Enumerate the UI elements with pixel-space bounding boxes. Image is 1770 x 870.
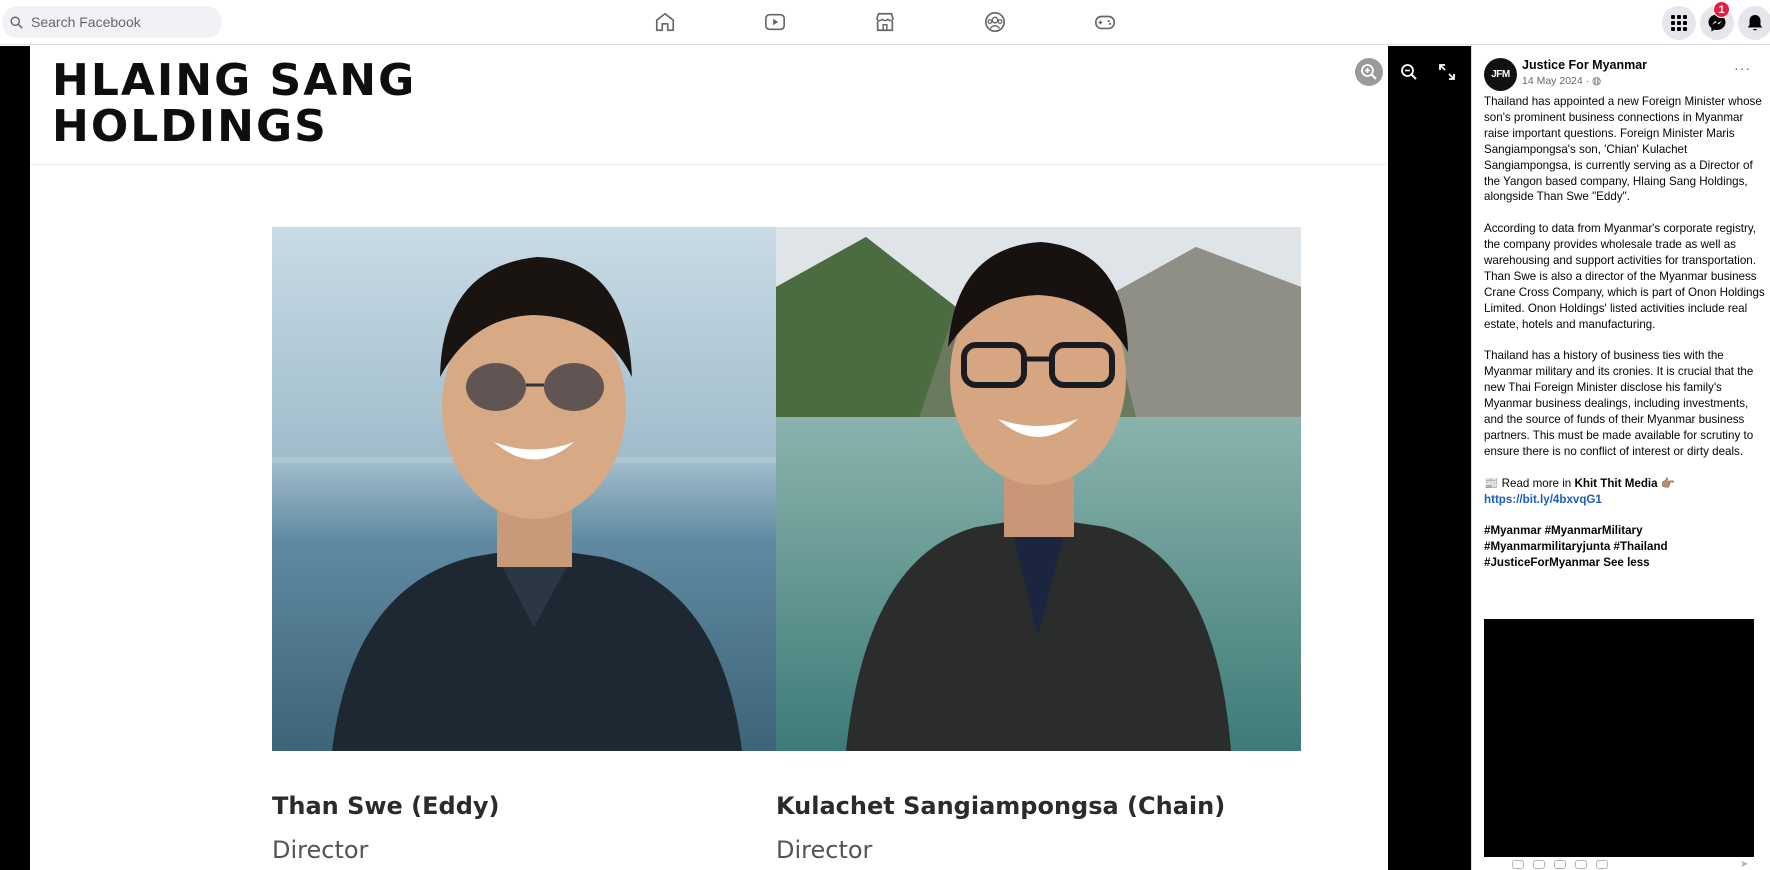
fullscreen-icon[interactable]: [1433, 58, 1461, 86]
read-more-prefix: 📰 Read more in: [1484, 476, 1575, 490]
globe-icon: · ◍: [1585, 75, 1602, 87]
gaming-icon[interactable]: [1091, 9, 1119, 35]
person-name-2: Kulachet Sangiampongsa (Chain): [776, 792, 1226, 820]
read-more-source[interactable]: Khit Thit Media: [1574, 477, 1657, 490]
company-title-line1: HLAING SANG: [52, 55, 417, 106]
post-paragraph-3: Thailand has a history of business ties …: [1484, 349, 1754, 458]
hashtags: #Myanmar #MyanmarMilitary #Myanmarmilita…: [1484, 523, 1768, 571]
person-role-2: Director: [776, 836, 873, 864]
page-avatar[interactable]: JFM: [1484, 58, 1517, 91]
more-options-icon[interactable]: ···: [1734, 60, 1751, 76]
title-divider: [30, 164, 1388, 165]
photo-image: HLAING SANG HOLDINGS Than Swe (Eddy) Dir…: [30, 46, 1388, 870]
video-icon[interactable]: [761, 9, 789, 35]
gif-icon[interactable]: [1575, 859, 1587, 869]
post-text: Thailand has appointed a new Foreign Min…: [1484, 94, 1768, 587]
sticker-icon[interactable]: [1596, 859, 1608, 869]
video-player[interactable]: [1484, 619, 1754, 857]
menu-grid-icon[interactable]: [1662, 6, 1696, 40]
top-navigation-bar: 1: [0, 0, 1770, 45]
read-more: 📰 Read more in Khit Thit Media 👉🏽 https:…: [1484, 476, 1768, 508]
home-icon[interactable]: [651, 9, 679, 35]
groups-icon[interactable]: [981, 9, 1009, 35]
post-paragraph-2: According to data from Myanmar's corpora…: [1484, 222, 1765, 331]
post-link[interactable]: https://bit.ly/4bxvqG1: [1484, 493, 1602, 506]
post-date[interactable]: 14 May 2024 · ◍: [1522, 75, 1601, 87]
see-less-link[interactable]: See less: [1603, 556, 1649, 569]
post-paragraph-1: Thailand has appointed a new Foreign Min…: [1484, 95, 1762, 204]
comment-toolbar: ➤: [1512, 858, 1752, 870]
post-author[interactable]: Justice For Myanmar: [1522, 58, 1647, 72]
company-title: HLAING SANG HOLDINGS: [52, 58, 416, 150]
person-role-1: Director: [272, 836, 369, 864]
search-icon: [10, 15, 23, 29]
company-title-line2: HOLDINGS: [52, 101, 328, 152]
hashtags-line-2[interactable]: #Myanmarmilitaryjunta #Thailand: [1484, 540, 1668, 553]
send-icon[interactable]: ➤: [1740, 859, 1752, 870]
emoji-icon[interactable]: [1533, 859, 1545, 869]
zoom-out-icon[interactable]: [1395, 58, 1423, 86]
post-date-text[interactable]: 14 May 2024: [1522, 75, 1583, 87]
hashtags-line-1[interactable]: #Myanmar #MyanmarMilitary: [1484, 524, 1643, 537]
zoom-in-icon[interactable]: [1355, 58, 1383, 86]
photo-viewer: HLAING SANG HOLDINGS Than Swe (Eddy) Dir…: [0, 46, 1471, 870]
post-panel: JFM Justice For Myanmar 14 May 2024 · ◍ …: [1471, 46, 1770, 870]
portrait-than-swe: [272, 227, 797, 751]
camera-icon[interactable]: [1554, 859, 1566, 869]
hashtags-line-3[interactable]: #JusticeForMyanmar: [1484, 556, 1600, 569]
notifications-icon[interactable]: [1738, 6, 1770, 40]
messenger-badge: 1: [1713, 1, 1730, 18]
pointing-emoji: 👉🏽: [1657, 476, 1676, 490]
avatar-icon[interactable]: [1512, 859, 1524, 869]
search-input[interactable]: [31, 14, 211, 30]
search-box[interactable]: [2, 6, 222, 38]
person-name-1: Than Swe (Eddy): [272, 792, 500, 820]
portrait-kulachet-sangiampongsa: [776, 227, 1301, 751]
marketplace-icon[interactable]: [871, 9, 899, 35]
